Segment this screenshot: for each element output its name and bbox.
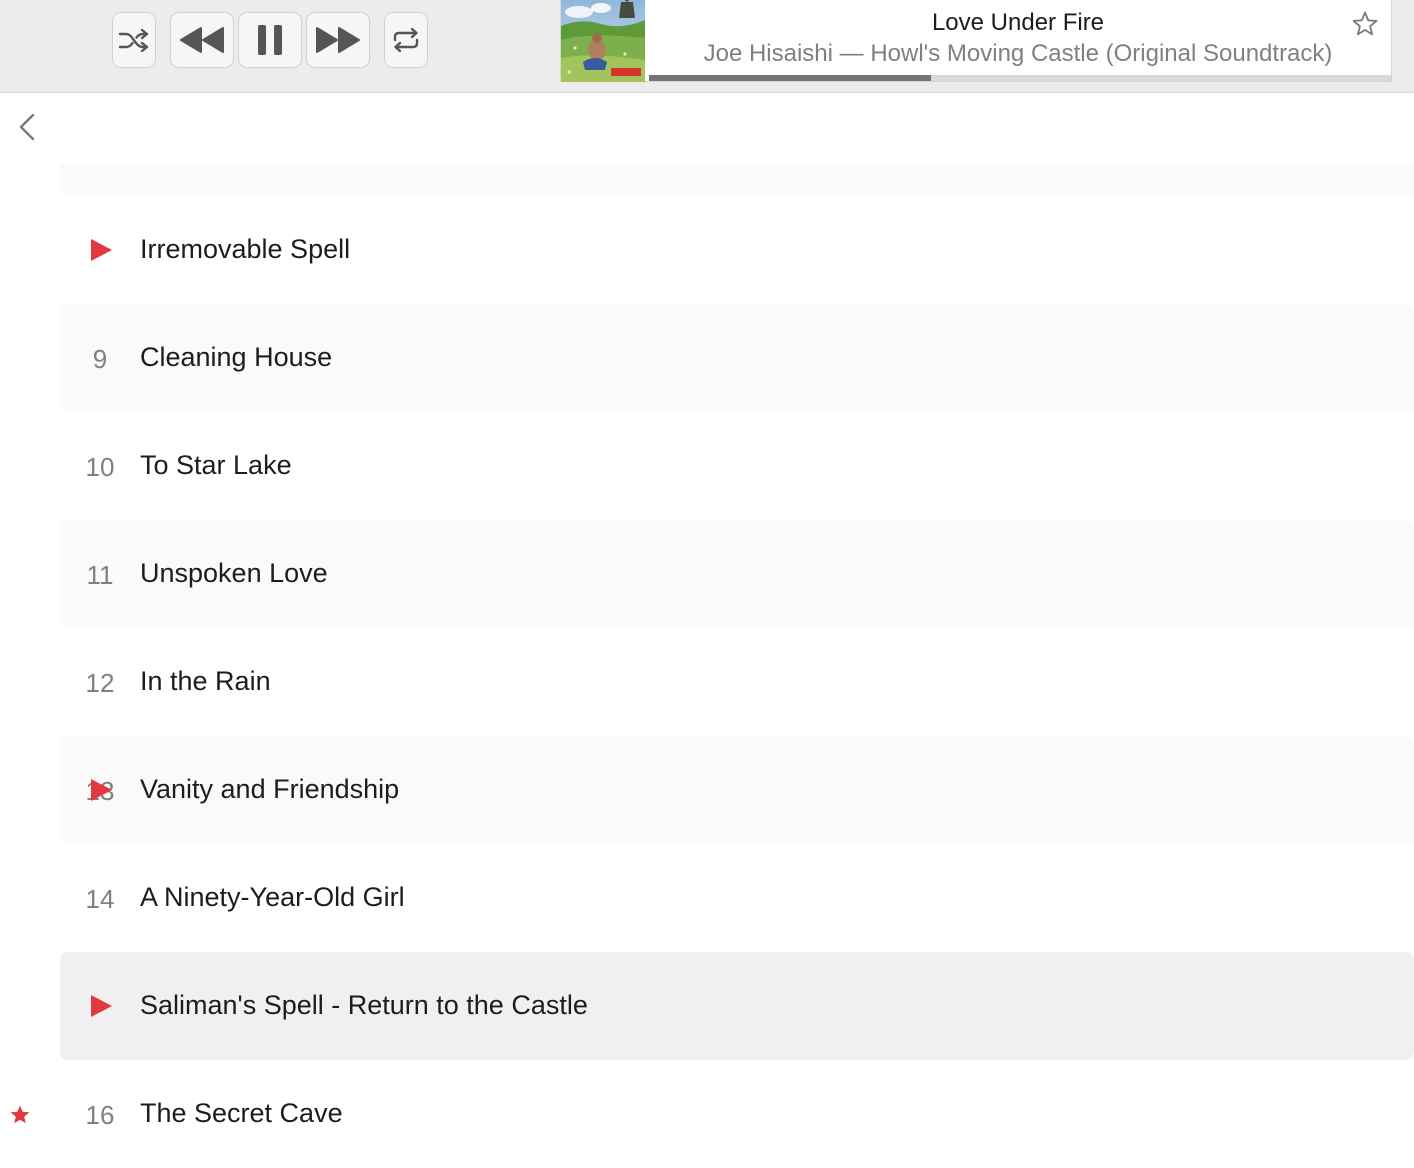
album-artwork[interactable] — [561, 0, 645, 82]
track-row[interactable]: 14 A Ninety-Year-Old Girl — [60, 844, 1414, 952]
play-indicator-icon[interactable] — [88, 993, 114, 1019]
play-indicator-icon[interactable] — [88, 237, 114, 263]
previous-button[interactable] — [170, 12, 234, 68]
repeat-icon — [393, 27, 419, 53]
now-playing-title: Love Under Fire — [931, 9, 1105, 36]
track-row[interactable]: 10 To Star Lake — [60, 412, 1414, 520]
track-number: 14 — [85, 884, 115, 915]
rewind-icon — [180, 27, 224, 53]
next-button[interactable] — [306, 12, 370, 68]
track-row-partial[interactable] — [60, 164, 1414, 196]
playback-progress-bar[interactable] — [649, 75, 1391, 81]
track-number: 11 — [86, 560, 114, 591]
fast-forward-icon — [316, 27, 360, 53]
track-row[interactable]: 11 Unspoken Love — [60, 520, 1414, 628]
track-title: To Star Lake — [140, 449, 292, 480]
track-title: Irremovable Spell — [140, 233, 351, 264]
track-title: The Secret Cave — [140, 1097, 343, 1128]
star-outline-icon[interactable] — [1351, 10, 1379, 38]
track-row-selected[interactable]: Saliman's Spell - Return to the Castle — [60, 952, 1414, 1060]
repeat-button[interactable] — [384, 12, 428, 68]
pause-icon — [258, 25, 282, 55]
chevron-left-icon[interactable] — [14, 112, 40, 142]
track-title: In the Rain — [140, 665, 271, 696]
pause-button[interactable] — [238, 12, 302, 68]
play-indicator-icon[interactable] — [88, 777, 114, 803]
track-title: Cleaning House — [140, 341, 333, 372]
now-playing-artist-album[interactable]: Joe Hisaishi — Howl's Moving Castle (Ori… — [645, 40, 1391, 68]
shuffle-button[interactable] — [112, 12, 156, 68]
track-row[interactable]: Irremovable Spell — [60, 196, 1414, 304]
shuffle-icon — [118, 28, 149, 52]
track-row[interactable]: 13 Vanity and Friendship — [60, 736, 1414, 844]
track-title: Unspoken Love — [140, 557, 328, 588]
track-number: 10 — [85, 452, 115, 483]
track-row[interactable]: 16 The Secret Cave — [60, 1060, 1414, 1168]
track-number: 9 — [92, 344, 108, 375]
track-title: A Ninety-Year-Old Girl — [140, 881, 405, 912]
track-number: 12 — [85, 668, 115, 699]
track-number: 16 — [85, 1100, 115, 1131]
track-title: Vanity and Friendship — [140, 773, 400, 804]
now-playing-panel: Love Under Fire Joe Hisaishi — Howl's Mo… — [560, 0, 1392, 82]
track-row[interactable]: 12 In the Rain — [60, 628, 1414, 736]
track-row[interactable]: 9 Cleaning House — [60, 304, 1414, 412]
favorite-star-icon[interactable] — [9, 1104, 31, 1126]
playback-toolbar: Love Under Fire Joe Hisaishi — Howl's Mo… — [0, 0, 1414, 93]
playback-progress-fill — [649, 75, 931, 81]
track-title: Saliman's Spell - Return to the Castle — [140, 989, 588, 1020]
